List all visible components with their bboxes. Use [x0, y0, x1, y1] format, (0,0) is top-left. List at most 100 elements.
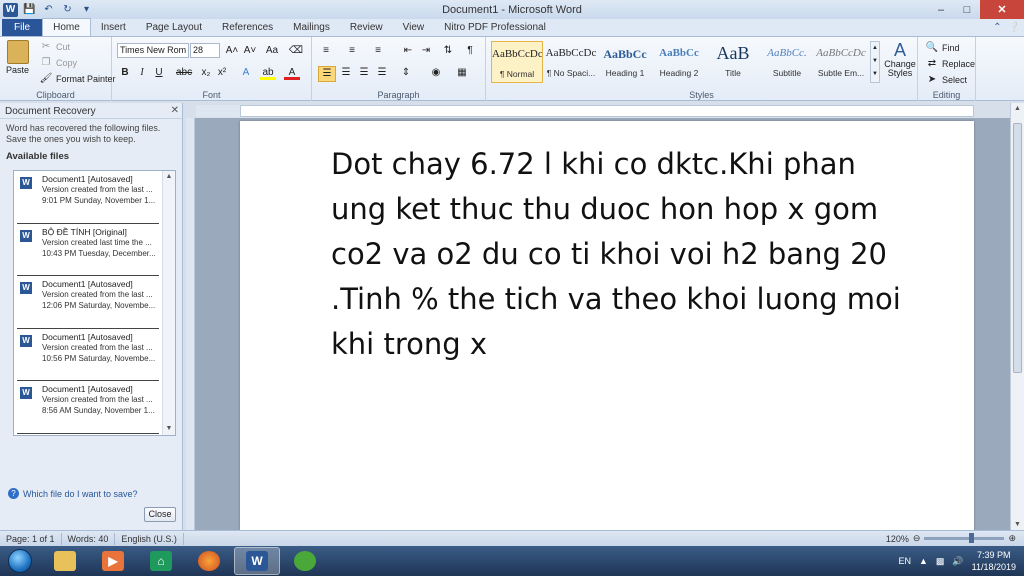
line-spacing-button[interactable]: ⇕: [398, 66, 414, 80]
vertical-scrollbar[interactable]: ▲ ▼: [1010, 103, 1024, 530]
minimize-button[interactable]: –: [928, 0, 954, 19]
font-color-button[interactable]: A: [284, 66, 300, 80]
customize-qat-icon[interactable]: ▾: [79, 3, 94, 17]
align-center-button[interactable]: ☰: [338, 66, 354, 80]
highlight-button[interactable]: ab: [260, 66, 276, 80]
undo-icon[interactable]: ↶: [41, 3, 56, 17]
which-file-help-link[interactable]: ? Which file do I want to save?: [8, 488, 138, 499]
find-button[interactable]: 🔍 Find: [924, 41, 960, 55]
tab-insert[interactable]: Insert: [91, 19, 136, 36]
subscript-button[interactable]: x₂: [198, 66, 214, 80]
list-item[interactable]: W BỘ ĐỀ TÍNH [Original] Version created …: [17, 224, 159, 276]
close-pane-button[interactable]: Close: [144, 507, 176, 522]
taskbar-media-player[interactable]: ▶: [90, 547, 136, 575]
list-item[interactable]: W Document1 [Autosaved] Version created …: [17, 329, 159, 381]
minimize-ribbon-icon[interactable]: ⌃: [993, 22, 1001, 33]
font-name-combo[interactable]: Times New Rom: [117, 43, 189, 58]
zoom-slider[interactable]: [924, 533, 1005, 543]
borders-button[interactable]: ▦: [454, 66, 470, 80]
language-indicator[interactable]: English (U.S.): [115, 532, 184, 545]
close-window-button[interactable]: ✕: [980, 0, 1024, 19]
start-button[interactable]: [0, 546, 40, 576]
copy-button[interactable]: ❐ Copy: [38, 56, 78, 70]
style-heading-1[interactable]: AaBbCc Heading 1: [599, 41, 651, 83]
list-item[interactable]: W Document1 [Autosaved] Version created …: [17, 171, 159, 224]
zoom-level[interactable]: 120%: [886, 534, 909, 544]
clear-formatting-button[interactable]: ⌫: [288, 44, 304, 58]
grow-font-button[interactable]: A˄: [224, 44, 240, 58]
clock[interactable]: 7:39 PM 11/18/2019: [972, 549, 1016, 573]
zoom-slider-knob[interactable]: [969, 533, 975, 543]
tab-view[interactable]: View: [393, 19, 435, 36]
tab-references[interactable]: References: [212, 19, 283, 36]
list-item[interactable]: W Document1 [Autosaved] Version created …: [17, 276, 159, 329]
change-case-button[interactable]: Aa: [264, 44, 280, 58]
zoom-out-icon[interactable]: ⊖: [913, 533, 921, 544]
sort-button[interactable]: ⇅: [440, 44, 456, 58]
network-icon[interactable]: ▩: [936, 556, 945, 567]
scroll-down-icon[interactable]: ▼: [163, 423, 175, 435]
numbering-button[interactable]: ≡: [344, 44, 360, 58]
help-icon[interactable]: ❔: [1008, 22, 1020, 33]
horizontal-ruler[interactable]: [240, 105, 974, 117]
pane-close-icon[interactable]: ✕: [171, 105, 179, 116]
text-effects-button[interactable]: A: [238, 66, 254, 80]
replace-button[interactable]: ⇄ Replace: [924, 57, 975, 71]
save-icon[interactable]: 💾: [22, 3, 37, 17]
bold-button[interactable]: B: [117, 66, 133, 80]
word-logo-icon[interactable]: W: [3, 2, 18, 17]
align-left-button[interactable]: ☰: [318, 66, 336, 82]
show-marks-button[interactable]: ¶: [462, 44, 478, 58]
language-bar[interactable]: EN: [898, 556, 911, 566]
style-subtitle[interactable]: AaBbCc. Subtitle: [761, 41, 813, 83]
maximize-button[interactable]: □: [954, 0, 980, 19]
tab-file[interactable]: File: [2, 19, 43, 36]
taskbar-coccoc[interactable]: [282, 547, 328, 575]
change-styles-button[interactable]: A Change Styles: [883, 40, 917, 78]
select-button[interactable]: ➤ Select: [924, 73, 967, 87]
taskbar-firefox[interactable]: [186, 547, 232, 575]
document-body-text[interactable]: Dot chay 6.72 l khi co dktc.Khi phan ung…: [331, 142, 911, 367]
increase-indent-button[interactable]: ⇥: [418, 44, 434, 58]
paste-button[interactable]: Paste: [6, 40, 29, 75]
bullets-button[interactable]: ≡: [318, 44, 334, 58]
superscript-button[interactable]: x²: [214, 66, 230, 80]
strikethrough-button[interactable]: abc: [176, 66, 192, 80]
font-size-combo[interactable]: 28: [190, 43, 220, 58]
shrink-font-button[interactable]: A˅: [242, 44, 258, 58]
taskbar-explorer[interactable]: [42, 547, 88, 575]
word-count[interactable]: Words: 40: [62, 532, 116, 545]
tab-page-layout[interactable]: Page Layout: [136, 19, 212, 36]
underline-button[interactable]: U: [151, 66, 167, 80]
scroll-up-icon[interactable]: ▲: [1011, 105, 1024, 112]
style-normal[interactable]: AaBbCcDc ¶ Normal: [491, 41, 543, 83]
tab-mailings[interactable]: Mailings: [283, 19, 340, 36]
styles-gallery-scroll[interactable]: ▲ ▼ ▼: [870, 41, 880, 83]
tab-home[interactable]: Home: [42, 18, 91, 36]
vertical-ruler[interactable]: [186, 118, 195, 530]
files-scrollbar[interactable]: ▲ ▼: [162, 171, 175, 435]
redo-icon[interactable]: ↻: [60, 3, 75, 17]
scroll-down-icon[interactable]: ▼: [1011, 521, 1024, 528]
document-page[interactable]: Dot chay 6.72 l khi co dktc.Khi phan ung…: [240, 121, 974, 530]
decrease-indent-button[interactable]: ⇤: [400, 44, 416, 58]
cut-button[interactable]: ✂ Cut: [38, 40, 70, 54]
style-heading-2[interactable]: AaBbCc Heading 2: [653, 41, 705, 83]
scrollbar-thumb[interactable]: [1013, 123, 1022, 373]
tab-nitro-pdf[interactable]: Nitro PDF Professional: [434, 19, 556, 36]
list-item[interactable]: W Document1 [Autosaved] Version created …: [17, 381, 159, 434]
taskbar-word[interactable]: W: [234, 547, 280, 575]
style-no-spacing[interactable]: AaBbCcDc ¶ No Spaci...: [545, 41, 597, 83]
align-right-button[interactable]: ☰: [356, 66, 372, 80]
style-subtle-emphasis[interactable]: AaBbCcDc Subtle Em...: [815, 41, 867, 83]
ruler-tab-selector[interactable]: [196, 105, 240, 117]
style-title[interactable]: AaB Title: [707, 41, 759, 83]
multilevel-list-button[interactable]: ≡: [370, 44, 386, 58]
page-count[interactable]: Page: 1 of 1: [0, 532, 62, 545]
scroll-up-icon[interactable]: ▲: [163, 171, 175, 183]
shading-button[interactable]: ◉: [428, 66, 444, 80]
zoom-in-icon[interactable]: ⊕: [1008, 533, 1016, 544]
italic-button[interactable]: I: [134, 66, 150, 80]
format-painter-button[interactable]: 🖌 Format Painter: [38, 72, 116, 86]
justify-button[interactable]: ☰: [374, 66, 390, 80]
